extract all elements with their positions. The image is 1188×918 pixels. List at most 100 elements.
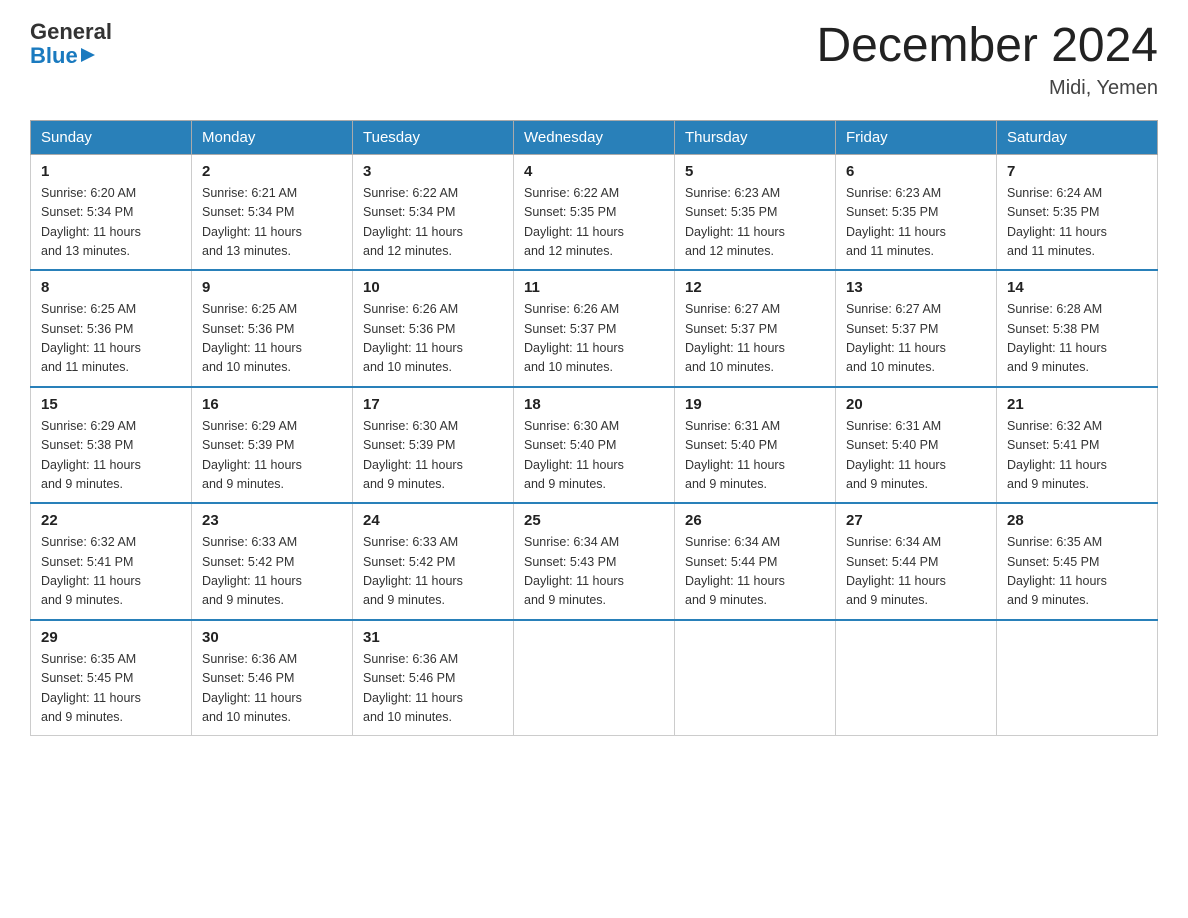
day-info: Sunrise: 6:30 AM Sunset: 5:39 PM Dayligh… [363, 417, 503, 495]
table-row: 8 Sunrise: 6:25 AM Sunset: 5:36 PM Dayli… [31, 270, 192, 387]
day-info: Sunrise: 6:31 AM Sunset: 5:40 PM Dayligh… [685, 417, 825, 495]
logo-arrow-icon [81, 46, 99, 64]
day-info: Sunrise: 6:32 AM Sunset: 5:41 PM Dayligh… [1007, 417, 1147, 495]
day-number: 29 [41, 629, 181, 646]
day-info: Sunrise: 6:33 AM Sunset: 5:42 PM Dayligh… [363, 533, 503, 611]
day-number: 13 [846, 279, 986, 296]
logo-general: General [30, 20, 112, 44]
day-number: 10 [363, 279, 503, 296]
calendar-table: Sunday Monday Tuesday Wednesday Thursday… [30, 120, 1158, 737]
day-number: 16 [202, 396, 342, 413]
col-friday: Friday [836, 120, 997, 154]
day-info: Sunrise: 6:31 AM Sunset: 5:40 PM Dayligh… [846, 417, 986, 495]
title-section: December 2024 Midi, Yemen [816, 20, 1158, 100]
day-info: Sunrise: 6:22 AM Sunset: 5:34 PM Dayligh… [363, 184, 503, 262]
day-number: 14 [1007, 279, 1147, 296]
calendar-week-row: 29 Sunrise: 6:35 AM Sunset: 5:45 PM Dayl… [31, 620, 1158, 736]
col-tuesday: Tuesday [353, 120, 514, 154]
col-thursday: Thursday [675, 120, 836, 154]
table-row: 28 Sunrise: 6:35 AM Sunset: 5:45 PM Dayl… [997, 503, 1158, 620]
table-row: 12 Sunrise: 6:27 AM Sunset: 5:37 PM Dayl… [675, 270, 836, 387]
day-info: Sunrise: 6:35 AM Sunset: 5:45 PM Dayligh… [41, 650, 181, 728]
day-number: 4 [524, 163, 664, 180]
table-row: 10 Sunrise: 6:26 AM Sunset: 5:36 PM Dayl… [353, 270, 514, 387]
day-info: Sunrise: 6:20 AM Sunset: 5:34 PM Dayligh… [41, 184, 181, 262]
day-number: 9 [202, 279, 342, 296]
calendar-week-row: 8 Sunrise: 6:25 AM Sunset: 5:36 PM Dayli… [31, 270, 1158, 387]
day-number: 21 [1007, 396, 1147, 413]
calendar-week-row: 15 Sunrise: 6:29 AM Sunset: 5:38 PM Dayl… [31, 387, 1158, 504]
day-info: Sunrise: 6:29 AM Sunset: 5:39 PM Dayligh… [202, 417, 342, 495]
table-row: 14 Sunrise: 6:28 AM Sunset: 5:38 PM Dayl… [997, 270, 1158, 387]
day-number: 3 [363, 163, 503, 180]
logo: General Blue [30, 20, 112, 69]
month-title: December 2024 [816, 20, 1158, 73]
table-row: 26 Sunrise: 6:34 AM Sunset: 5:44 PM Dayl… [675, 503, 836, 620]
day-info: Sunrise: 6:29 AM Sunset: 5:38 PM Dayligh… [41, 417, 181, 495]
table-row: 3 Sunrise: 6:22 AM Sunset: 5:34 PM Dayli… [353, 154, 514, 270]
table-row: 22 Sunrise: 6:32 AM Sunset: 5:41 PM Dayl… [31, 503, 192, 620]
table-row: 7 Sunrise: 6:24 AM Sunset: 5:35 PM Dayli… [997, 154, 1158, 270]
day-number: 19 [685, 396, 825, 413]
col-monday: Monday [192, 120, 353, 154]
day-number: 1 [41, 163, 181, 180]
day-number: 22 [41, 512, 181, 529]
day-number: 25 [524, 512, 664, 529]
logo-blue: Blue [30, 44, 78, 68]
day-info: Sunrise: 6:25 AM Sunset: 5:36 PM Dayligh… [202, 300, 342, 378]
table-row: 20 Sunrise: 6:31 AM Sunset: 5:40 PM Dayl… [836, 387, 997, 504]
day-info: Sunrise: 6:36 AM Sunset: 5:46 PM Dayligh… [363, 650, 503, 728]
calendar-week-row: 22 Sunrise: 6:32 AM Sunset: 5:41 PM Dayl… [31, 503, 1158, 620]
day-number: 8 [41, 279, 181, 296]
day-number: 2 [202, 163, 342, 180]
day-info: Sunrise: 6:30 AM Sunset: 5:40 PM Dayligh… [524, 417, 664, 495]
table-row: 27 Sunrise: 6:34 AM Sunset: 5:44 PM Dayl… [836, 503, 997, 620]
table-row [514, 620, 675, 736]
table-row [836, 620, 997, 736]
table-row: 17 Sunrise: 6:30 AM Sunset: 5:39 PM Dayl… [353, 387, 514, 504]
day-number: 15 [41, 396, 181, 413]
day-number: 31 [363, 629, 503, 646]
calendar-header-row: Sunday Monday Tuesday Wednesday Thursday… [31, 120, 1158, 154]
col-sunday: Sunday [31, 120, 192, 154]
table-row: 16 Sunrise: 6:29 AM Sunset: 5:39 PM Dayl… [192, 387, 353, 504]
day-info: Sunrise: 6:23 AM Sunset: 5:35 PM Dayligh… [846, 184, 986, 262]
table-row [997, 620, 1158, 736]
day-info: Sunrise: 6:26 AM Sunset: 5:36 PM Dayligh… [363, 300, 503, 378]
day-info: Sunrise: 6:21 AM Sunset: 5:34 PM Dayligh… [202, 184, 342, 262]
col-wednesday: Wednesday [514, 120, 675, 154]
day-number: 12 [685, 279, 825, 296]
table-row: 25 Sunrise: 6:34 AM Sunset: 5:43 PM Dayl… [514, 503, 675, 620]
table-row: 19 Sunrise: 6:31 AM Sunset: 5:40 PM Dayl… [675, 387, 836, 504]
table-row: 18 Sunrise: 6:30 AM Sunset: 5:40 PM Dayl… [514, 387, 675, 504]
table-row: 6 Sunrise: 6:23 AM Sunset: 5:35 PM Dayli… [836, 154, 997, 270]
day-number: 11 [524, 279, 664, 296]
day-info: Sunrise: 6:34 AM Sunset: 5:44 PM Dayligh… [846, 533, 986, 611]
table-row: 21 Sunrise: 6:32 AM Sunset: 5:41 PM Dayl… [997, 387, 1158, 504]
day-number: 17 [363, 396, 503, 413]
day-info: Sunrise: 6:33 AM Sunset: 5:42 PM Dayligh… [202, 533, 342, 611]
table-row: 31 Sunrise: 6:36 AM Sunset: 5:46 PM Dayl… [353, 620, 514, 736]
day-info: Sunrise: 6:26 AM Sunset: 5:37 PM Dayligh… [524, 300, 664, 378]
day-number: 6 [846, 163, 986, 180]
day-info: Sunrise: 6:34 AM Sunset: 5:43 PM Dayligh… [524, 533, 664, 611]
day-info: Sunrise: 6:28 AM Sunset: 5:38 PM Dayligh… [1007, 300, 1147, 378]
day-info: Sunrise: 6:27 AM Sunset: 5:37 PM Dayligh… [685, 300, 825, 378]
day-info: Sunrise: 6:32 AM Sunset: 5:41 PM Dayligh… [41, 533, 181, 611]
table-row: 5 Sunrise: 6:23 AM Sunset: 5:35 PM Dayli… [675, 154, 836, 270]
location: Midi, Yemen [816, 77, 1158, 100]
day-info: Sunrise: 6:22 AM Sunset: 5:35 PM Dayligh… [524, 184, 664, 262]
table-row: 24 Sunrise: 6:33 AM Sunset: 5:42 PM Dayl… [353, 503, 514, 620]
table-row: 15 Sunrise: 6:29 AM Sunset: 5:38 PM Dayl… [31, 387, 192, 504]
calendar-week-row: 1 Sunrise: 6:20 AM Sunset: 5:34 PM Dayli… [31, 154, 1158, 270]
table-row: 4 Sunrise: 6:22 AM Sunset: 5:35 PM Dayli… [514, 154, 675, 270]
table-row: 29 Sunrise: 6:35 AM Sunset: 5:45 PM Dayl… [31, 620, 192, 736]
page-header: General Blue December 2024 Midi, Yemen [30, 20, 1158, 100]
day-info: Sunrise: 6:34 AM Sunset: 5:44 PM Dayligh… [685, 533, 825, 611]
day-info: Sunrise: 6:24 AM Sunset: 5:35 PM Dayligh… [1007, 184, 1147, 262]
day-number: 23 [202, 512, 342, 529]
day-number: 26 [685, 512, 825, 529]
day-number: 27 [846, 512, 986, 529]
day-info: Sunrise: 6:23 AM Sunset: 5:35 PM Dayligh… [685, 184, 825, 262]
day-number: 28 [1007, 512, 1147, 529]
